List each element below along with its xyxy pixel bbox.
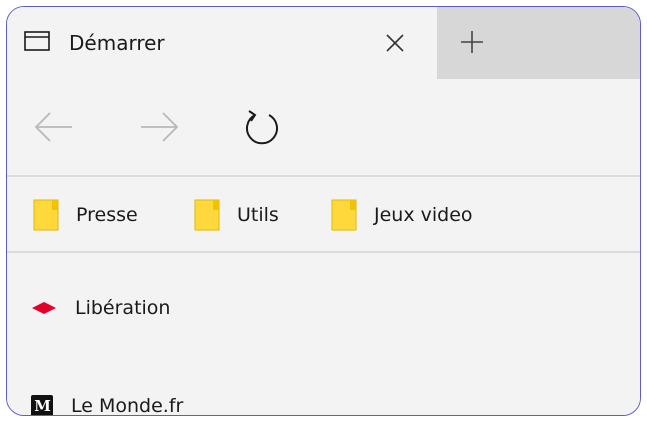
new-tab-plus-icon[interactable] bbox=[459, 29, 485, 55]
browser-window: Démarrer Presse Utils Jeux video Libérat… bbox=[6, 6, 641, 416]
list-item-label: Libération bbox=[75, 297, 171, 319]
refresh-icon[interactable] bbox=[240, 107, 284, 147]
favorite-folder-utils[interactable]: Utils bbox=[194, 198, 279, 232]
folder-icon bbox=[331, 199, 357, 231]
tab-strip: Démarrer bbox=[7, 7, 640, 79]
folder-icon bbox=[33, 199, 59, 231]
tab-demarrer[interactable]: Démarrer bbox=[7, 7, 437, 79]
favorite-label: Utils bbox=[237, 204, 279, 226]
favorite-folder-presse[interactable]: Presse bbox=[33, 198, 138, 232]
tab-page-icon bbox=[24, 31, 50, 51]
folder-icon bbox=[194, 199, 220, 231]
list-item-le-monde[interactable]: M Le Monde.fr bbox=[31, 391, 184, 416]
lemonde-logo-icon: M bbox=[31, 395, 53, 415]
list-item-label: Le Monde.fr bbox=[71, 395, 184, 416]
site-list: Libération M Le Monde.fr bbox=[7, 253, 640, 416]
list-item-liberation[interactable]: Libération bbox=[31, 293, 170, 323]
liberation-logo-icon bbox=[32, 302, 56, 314]
tab-title: Démarrer bbox=[69, 31, 165, 55]
favorite-label: Jeux video bbox=[374, 204, 473, 226]
favorite-label: Presse bbox=[76, 204, 138, 226]
close-icon[interactable] bbox=[385, 33, 405, 53]
favorite-folder-jeux-video[interactable]: Jeux video bbox=[331, 198, 473, 232]
favorites-bar: Presse Utils Jeux video bbox=[7, 177, 640, 253]
arrow-right-icon[interactable] bbox=[137, 107, 181, 147]
arrow-left-icon[interactable] bbox=[32, 107, 76, 147]
navigation-bar bbox=[7, 79, 640, 175]
